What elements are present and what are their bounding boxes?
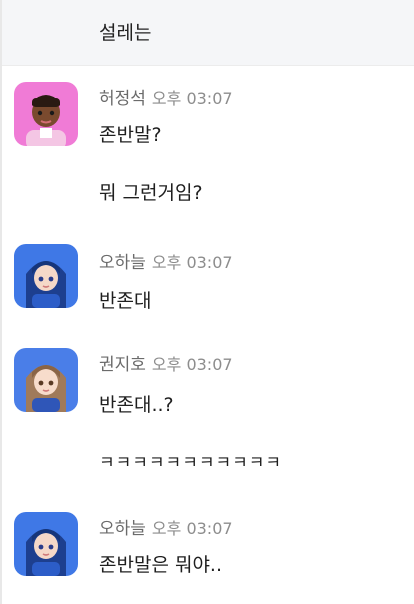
message-text: 뭐 그런거임? [99,182,203,204]
message-text: ㅋㅋㅋㅋㅋㅋㅋㅋㅋㅋㅋ [99,453,283,473]
message-time: 오후 03:07 [151,89,233,108]
chat-message-list[interactable]: 설레는 허정석 오후 03:07 존반말? 뭐 그런거임? 오하늘 오후 03:… [0,0,414,604]
avatar[interactable] [14,82,78,146]
message-time: 오후 03:07 [151,519,233,538]
avatar-blue-hair-character-icon [14,512,78,576]
avatar[interactable] [14,512,78,576]
sender-name: 권지호 [99,355,146,375]
avatar[interactable] [14,244,78,308]
message-time: 오후 03:07 [151,355,233,374]
previous-message: 설레는 [2,0,414,66]
sender-name: 오하늘 [99,519,146,539]
message-meta: 오하늘 오후 03:07 [99,248,233,273]
avatar-brown-hair-character-icon [14,348,78,412]
message-text: 존반말은 뭐야.. [99,554,222,576]
avatar-pink-character-icon [14,82,78,146]
sender-name: 오하늘 [99,253,146,273]
previous-message-text: 설레는 [99,22,152,44]
avatar[interactable] [14,348,78,412]
message-text: 반존대..? [99,394,174,416]
message-meta: 허정석 오후 03:07 [99,84,233,109]
message-text: 반존대 [99,290,152,312]
avatar-blue-hair-character-icon [14,244,78,308]
sender-name: 허정석 [99,89,146,109]
message-meta: 오하늘 오후 03:07 [99,514,233,539]
message-meta: 권지호 오후 03:07 [99,350,233,375]
message-time: 오후 03:07 [151,253,233,272]
message-text: 존반말? [99,124,162,146]
